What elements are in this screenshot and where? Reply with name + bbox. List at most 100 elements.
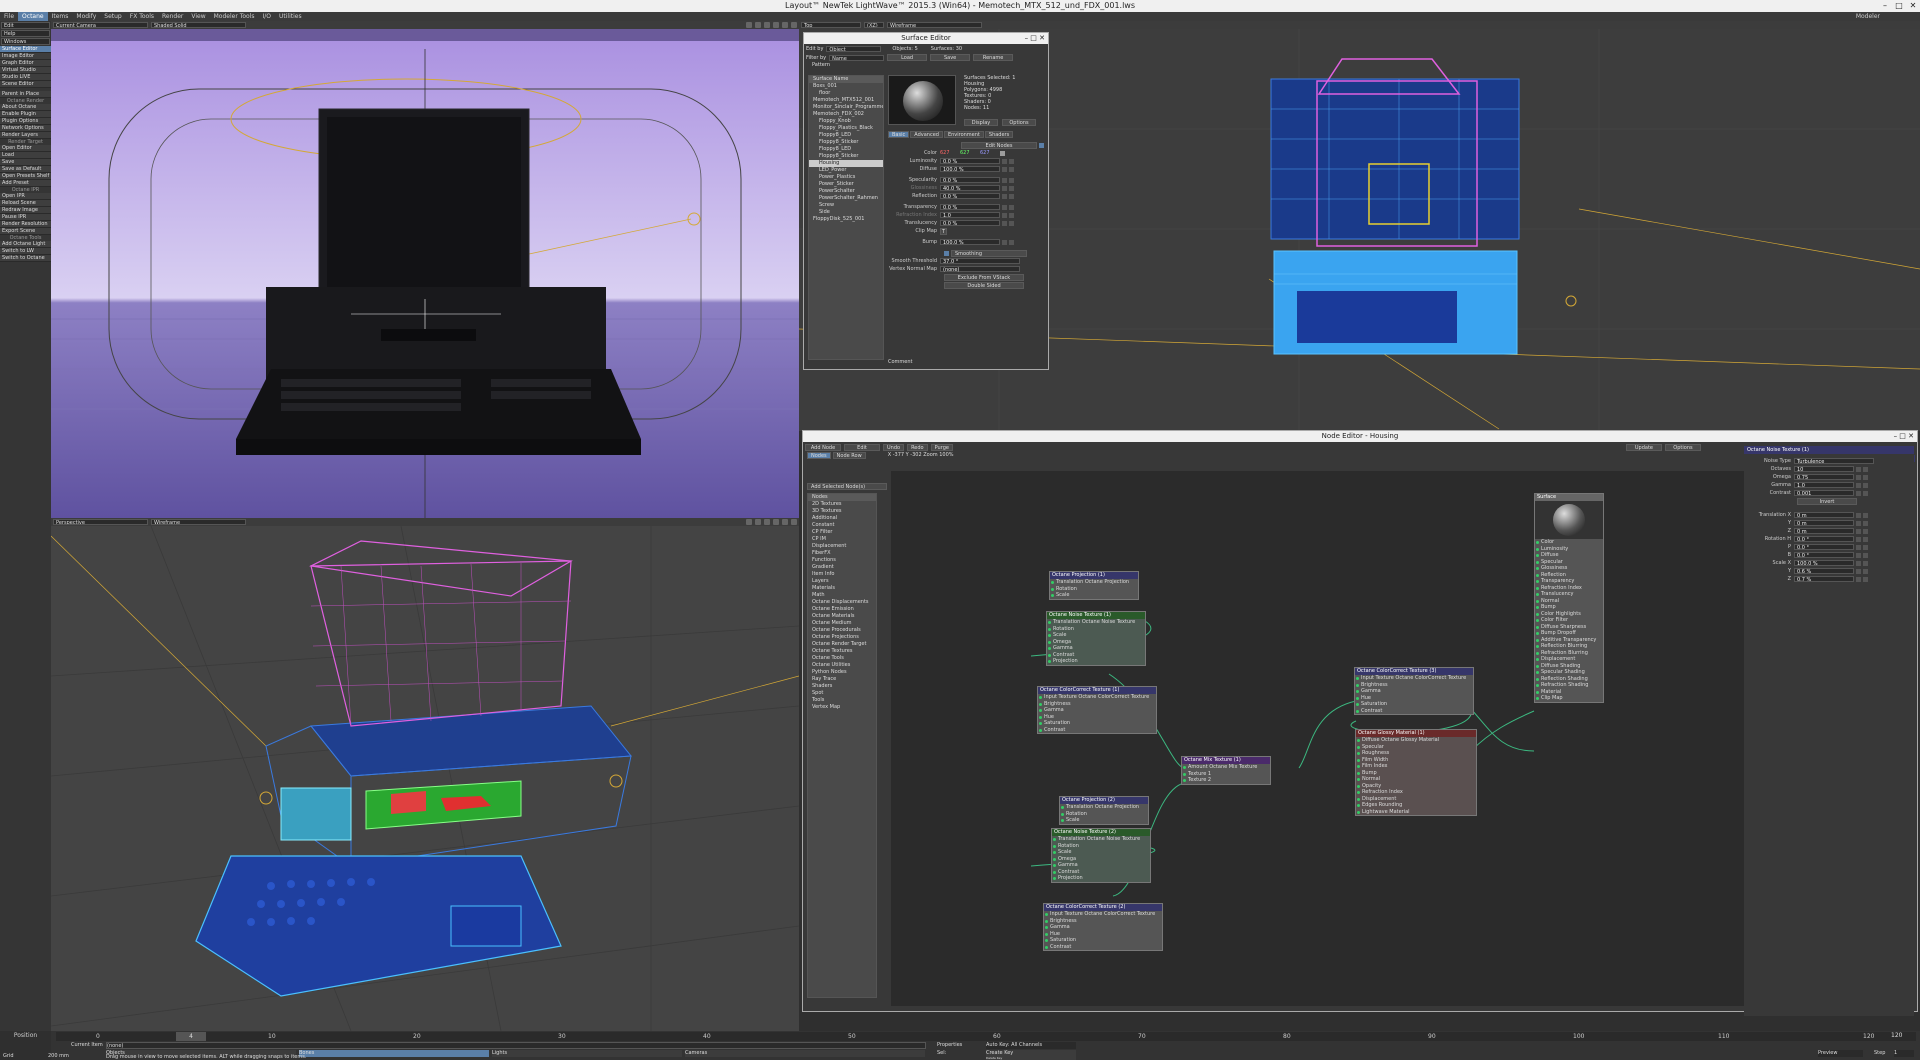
ne-node-category[interactable]: Math bbox=[808, 592, 876, 599]
node-octane-projection-2[interactable]: Octane Projection (2) Translation Octane… bbox=[1059, 796, 1149, 825]
ne-tab-node-row[interactable]: Node Row bbox=[832, 452, 866, 459]
viewport-perspective-view-dropdown[interactable]: Perspective bbox=[53, 519, 148, 525]
node-surface-output[interactable]: Surface Color Luminosity Diffuse Specula… bbox=[1534, 493, 1604, 703]
camera-icon[interactable] bbox=[746, 22, 752, 28]
ne-node-category[interactable]: Python Nodes bbox=[808, 669, 876, 676]
ne-options-button[interactable]: Options bbox=[1664, 443, 1701, 451]
envelope-icon[interactable] bbox=[1002, 204, 1007, 210]
envelope-icon[interactable] bbox=[1856, 544, 1861, 550]
se-luminosity-field[interactable]: 0.0 % bbox=[940, 158, 1000, 165]
texture-icon[interactable] bbox=[1863, 560, 1868, 566]
prop-field[interactable]: 0 m bbox=[1794, 520, 1854, 527]
se-exclude-vstack-button[interactable]: Exclude From VStack bbox=[944, 273, 1024, 281]
ne-node-category[interactable]: Octane Render Target bbox=[808, 641, 876, 648]
envelope-icon[interactable] bbox=[1856, 552, 1861, 558]
step-field[interactable]: 1 bbox=[1894, 1050, 1914, 1057]
open-ipr-button[interactable]: Open IPR bbox=[0, 193, 51, 200]
node-port[interactable]: Scale bbox=[1060, 817, 1148, 824]
viewport-camera-view-dropdown[interactable]: Current Camera bbox=[53, 22, 148, 28]
envelope-icon[interactable] bbox=[1002, 212, 1007, 218]
node-octane-colorcorrect-3[interactable]: Octane ColorCorrect Texture (3) Input Te… bbox=[1354, 667, 1474, 715]
menu-fx-tools[interactable]: FX Tools bbox=[126, 12, 158, 21]
ne-node-category[interactable]: Vertex Map bbox=[808, 704, 876, 711]
maximize-viewport-icon-2[interactable] bbox=[791, 519, 797, 525]
node-editor-close-icon[interactable]: – □ ✕ bbox=[1894, 431, 1914, 442]
node-octane-noise-texture-1[interactable]: Octane Noise Texture (1) Translation Oct… bbox=[1046, 611, 1146, 666]
menu-items[interactable]: Items bbox=[48, 12, 73, 21]
envelope-icon[interactable] bbox=[1002, 158, 1007, 164]
maximize-viewport-icon[interactable] bbox=[791, 22, 797, 28]
menu-modeler-tools[interactable]: Modeler Tools bbox=[210, 12, 259, 21]
texture-icon[interactable] bbox=[1863, 568, 1868, 574]
ne-node-category[interactable]: 2D Textures bbox=[808, 501, 876, 508]
render-layers-button[interactable]: Render Layers bbox=[0, 132, 51, 139]
se-tab-basic[interactable]: Basic bbox=[888, 131, 910, 138]
ne-purge-button[interactable]: Purge bbox=[930, 443, 953, 451]
viewport-camera-mode-dropdown[interactable]: Shaded Solid bbox=[151, 22, 246, 28]
render-resolution-button[interactable]: Render Resolution bbox=[0, 221, 51, 228]
zoom-icon[interactable] bbox=[782, 22, 788, 28]
ne-node-list[interactable]: Nodes 2D Textures 3D Textures Additional… bbox=[807, 493, 877, 998]
load-button[interactable]: Load bbox=[0, 152, 51, 159]
texture-icon[interactable] bbox=[1009, 193, 1014, 199]
ne-node-category[interactable]: Functions bbox=[808, 557, 876, 564]
ne-node-category[interactable]: Octane Procedurals bbox=[808, 627, 876, 634]
node-port[interactable]: Lightwave Material bbox=[1356, 809, 1476, 816]
surface-editor-close-icon[interactable]: – □ ✕ bbox=[1025, 33, 1045, 44]
ne-node-canvas[interactable]: Octane Projection (1) Translation Octane… bbox=[891, 471, 1831, 1006]
ne-add-node-dropdown[interactable]: Add Node bbox=[805, 443, 841, 451]
network-options-button[interactable]: Network Options bbox=[0, 125, 51, 132]
node-octane-projection-1[interactable]: Octane Projection (1) Translation Octane… bbox=[1049, 571, 1139, 600]
se-tree-item[interactable]: LED_Power bbox=[809, 167, 883, 174]
se-tree-item[interactable]: FloppyDisk_525_001 bbox=[809, 216, 883, 223]
texture-icon[interactable] bbox=[1009, 166, 1014, 172]
zoom-icon-2[interactable] bbox=[782, 519, 788, 525]
ne-node-category[interactable]: Layers bbox=[808, 578, 876, 585]
node-port[interactable]: Projection bbox=[1052, 875, 1150, 882]
envelope-icon[interactable] bbox=[1002, 239, 1007, 245]
prop-omega-field[interactable]: 0.75 bbox=[1794, 474, 1854, 481]
prop-gamma-field[interactable]: 1.0 bbox=[1794, 482, 1854, 489]
modeler-switch[interactable]: Modeler bbox=[1852, 12, 1920, 21]
ne-node-category[interactable]: 3D Textures bbox=[808, 508, 876, 515]
rotate-icon-2[interactable] bbox=[773, 519, 779, 525]
ne-node-category[interactable]: Materials bbox=[808, 585, 876, 592]
texture-icon[interactable] bbox=[1009, 185, 1014, 191]
envelope-icon[interactable] bbox=[1856, 466, 1861, 472]
image-editor-button[interactable]: Image Editor bbox=[0, 53, 51, 60]
se-editby-dropdown[interactable]: Object bbox=[826, 46, 882, 52]
ne-node-category[interactable]: Additional bbox=[808, 515, 876, 522]
ne-add-selected-button[interactable]: Add Selected Node(s) bbox=[807, 483, 887, 490]
ne-node-category[interactable]: FiberFX bbox=[808, 550, 876, 557]
se-tree-item-selected[interactable]: Housing bbox=[809, 160, 883, 167]
ne-node-category[interactable]: Octane Projections bbox=[808, 634, 876, 641]
viewport-perspective-mode-dropdown[interactable]: Wireframe bbox=[151, 519, 246, 525]
envelope-icon[interactable] bbox=[1856, 536, 1861, 542]
texture-icon[interactable] bbox=[1863, 474, 1868, 480]
envelope-icon[interactable] bbox=[1856, 474, 1861, 480]
texture-icon[interactable] bbox=[1863, 466, 1868, 472]
surface-editor-button[interactable]: Surface Editor bbox=[0, 46, 51, 53]
ne-node-category[interactable]: Gradient bbox=[808, 564, 876, 571]
se-smoothing-checkbox[interactable] bbox=[944, 250, 949, 256]
ne-node-category[interactable]: Octane Textures bbox=[808, 648, 876, 655]
close-icon[interactable]: ✕ bbox=[1906, 0, 1920, 12]
se-translucency-field[interactable]: 0.0 % bbox=[940, 220, 1000, 227]
se-tree-item[interactable]: Floppy8_Sticker bbox=[809, 139, 883, 146]
edit-dropdown[interactable]: Edit bbox=[1, 22, 50, 29]
add-octane-light-button[interactable]: Add Octane Light bbox=[0, 241, 51, 248]
envelope-icon[interactable] bbox=[1856, 560, 1861, 566]
texture-icon[interactable] bbox=[1863, 512, 1868, 518]
ne-node-category[interactable]: Displacement bbox=[808, 543, 876, 550]
se-options-button[interactable]: Options bbox=[1002, 119, 1036, 126]
switch-to-octane-button[interactable]: Switch to Octane bbox=[0, 255, 51, 262]
ne-node-category[interactable]: Octane Tools bbox=[808, 655, 876, 662]
se-color-b[interactable]: 627 bbox=[980, 150, 998, 156]
envelope-icon[interactable] bbox=[1856, 568, 1861, 574]
open-presets-shelf-button[interactable]: Open Presets Shelf bbox=[0, 173, 51, 180]
se-tab-environment[interactable]: Environment bbox=[943, 131, 984, 138]
ne-undo-button[interactable]: Undo bbox=[883, 443, 905, 451]
se-specularity-field[interactable]: 0.0 % bbox=[940, 177, 1000, 184]
se-tree-item[interactable]: Floppy8_LED bbox=[809, 132, 883, 139]
envelope-icon[interactable] bbox=[1002, 220, 1007, 226]
